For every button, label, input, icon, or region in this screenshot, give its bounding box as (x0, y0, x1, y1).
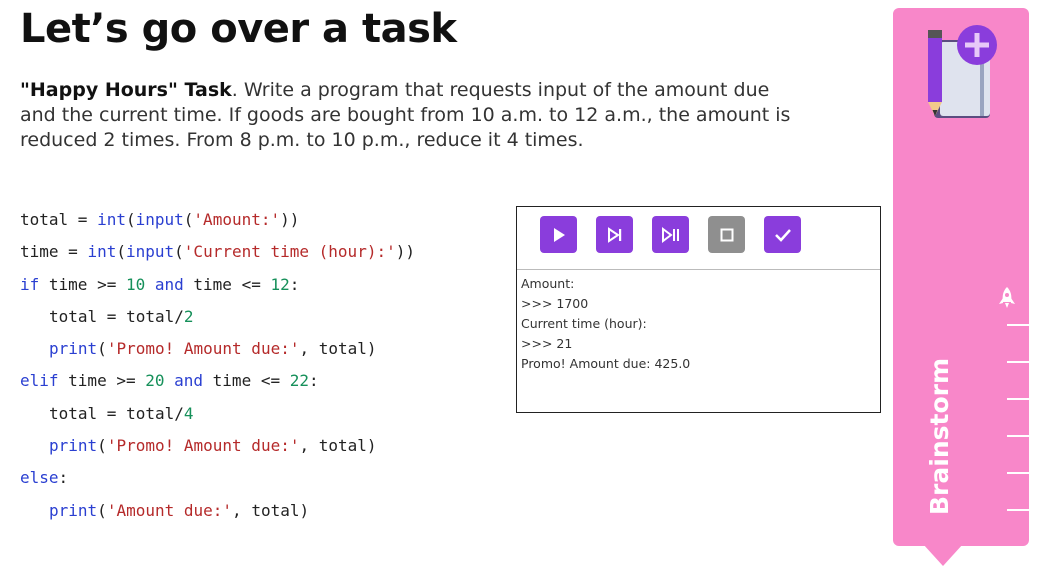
code-line-1: total = int(input('Amount:')) (20, 210, 300, 229)
play-icon (553, 227, 565, 242)
stop-button[interactable] (708, 216, 745, 253)
code-line-9: else: (20, 468, 69, 488)
code-line-8: print('Promo! Amount due:', total) (49, 436, 377, 456)
code-line-6: elif time >= 20 and time <= 22: (20, 371, 319, 391)
console-panel: Amount: >>> 1700 Current time (hour): >>… (516, 206, 881, 413)
checkmark-icon (774, 228, 791, 242)
console-toolbar (517, 207, 880, 270)
ruler-tick (1007, 324, 1029, 326)
ruler-tick (1007, 361, 1029, 363)
output-line: >>> 1700 (521, 296, 589, 311)
step-over-icon (607, 226, 621, 243)
step-into-icon (661, 226, 679, 243)
notebook-pencil-plus-icon (928, 25, 997, 118)
output-line: >>> 21 (521, 336, 573, 351)
check-button[interactable] (764, 216, 801, 253)
run-button[interactable] (540, 216, 577, 253)
sidebar-label: Brainstorm (925, 357, 954, 515)
step-over-button[interactable] (596, 216, 633, 253)
ruler-tick (1007, 398, 1029, 400)
code-line-2: time = int(input('Current time (hour):')… (20, 242, 415, 262)
rocket-icon (999, 287, 1015, 308)
step-into-button[interactable] (652, 216, 689, 253)
code-line-10: print('Amount due:', total) (49, 500, 310, 520)
output-line: Current time (hour): (521, 316, 647, 331)
ruler-tick (1007, 435, 1029, 437)
task-description: "Happy Hours" Task. Write a program that… (20, 78, 810, 153)
code-line-4: total = total/2 (49, 306, 194, 326)
stop-icon (720, 228, 733, 241)
task-name: "Happy Hours" Task (20, 79, 232, 101)
ruler-tick (1007, 472, 1029, 474)
code-line-3: if time >= 10 and time <= 12: (20, 274, 300, 294)
output-line: Promo! Amount due: 425.0 (521, 356, 691, 371)
code-line-5: print('Promo! Amount due:', total) (49, 339, 377, 359)
sidebar-pointer (923, 544, 963, 566)
page-title: Let’s go over a task (20, 6, 457, 52)
code-block: total = int(input('Amount:')) time = int… (20, 204, 415, 527)
console-output: Amount: >>> 1700 Current time (hour): >>… (517, 270, 880, 374)
code-line-7: total = total/4 (49, 403, 194, 423)
ruler-tick (1007, 509, 1029, 511)
output-line: Amount: (521, 276, 575, 291)
